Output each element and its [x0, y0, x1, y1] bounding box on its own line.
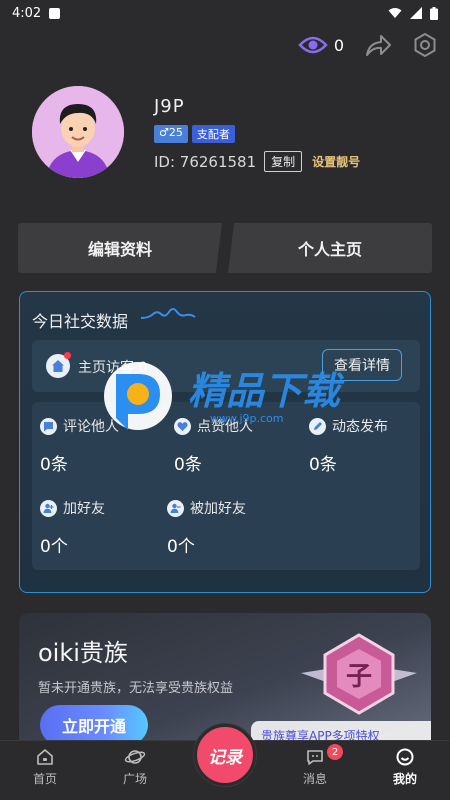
stat-label: 加好友 — [63, 501, 105, 517]
home-visitors-label: 主页访客 0 — [78, 360, 148, 376]
role-badge: 支配者 — [191, 125, 235, 143]
user-id: ID: 76261581 — [154, 152, 257, 171]
stat-value: 0条 — [40, 455, 68, 475]
tab-home[interactable]: 首页 — [15, 747, 75, 787]
stat-label: 被加好友 — [190, 501, 246, 517]
stat-label: 评论他人 — [63, 419, 119, 435]
wave-decoration-icon — [140, 308, 196, 319]
record-button[interactable]: 记录 — [194, 724, 256, 786]
tab-square[interactable]: 广场 — [105, 747, 165, 787]
personal-homepage-button[interactable]: 个人主页 — [228, 223, 432, 273]
username: J9P — [154, 96, 185, 117]
stat-label: 动态发布 — [332, 419, 388, 435]
add-friend-icon — [40, 499, 57, 517]
social-data-title: 今日社交数据 — [32, 312, 129, 331]
profile-actions: 编辑资料 个人主页 — [18, 223, 432, 273]
visitor-view-toggle[interactable]: 0 — [298, 35, 344, 55]
stat-value: 0个 — [40, 537, 68, 557]
stat-label: 点赞他人 — [197, 419, 253, 435]
heart-icon — [174, 417, 191, 435]
profile-badges: ♂25 支配者 — [154, 125, 235, 143]
gender-age-badge: ♂25 — [154, 125, 188, 143]
stat-posts[interactable]: 动态发布 0条 — [309, 416, 388, 475]
stat-value: 0条 — [174, 455, 202, 475]
tab-messages-label: 消息 — [302, 772, 327, 786]
share-icon[interactable] — [364, 33, 392, 57]
view-details-button[interactable]: 查看详情 — [322, 349, 402, 381]
status-bar: 4:02 — [0, 0, 450, 26]
set-pretty-id-link[interactable]: 设置靓号 — [312, 153, 360, 170]
copy-id-button[interactable]: 复制 — [264, 151, 303, 172]
avatar-cartoon-icon — [32, 86, 124, 178]
unread-dot — [64, 352, 71, 359]
avatar[interactable] — [32, 86, 124, 178]
stat-likes[interactable]: 点赞他人 0条 — [174, 416, 253, 475]
battery-icon — [430, 6, 438, 20]
eye-icon — [298, 36, 328, 54]
planet-icon — [124, 750, 146, 764]
mine-icon — [396, 748, 414, 766]
settings-icon[interactable] — [412, 32, 438, 58]
social-stats-panel: 评论他人 0条 点赞他人 0条 动态发布 0条 加好友 0个 被加好友 0个 — [32, 402, 420, 570]
home-tab-icon — [37, 749, 53, 765]
home-visitors-panel[interactable]: 主页访客 0 查看详情 — [32, 340, 420, 392]
edit-icon — [309, 417, 326, 435]
status-time: 4:02 — [12, 5, 42, 21]
noble-title: oiki贵族 — [38, 639, 128, 667]
messages-unread-badge: 2 — [327, 744, 343, 760]
top-actions: 0 — [298, 32, 438, 58]
social-data-card: 今日社交数据 主页访客 0 查看详情 评论他人 0条 点赞他人 0条 动态发布 … — [19, 291, 431, 593]
signal-icon — [410, 7, 422, 19]
stat-comments[interactable]: 评论他人 0条 — [40, 416, 119, 475]
view-count: 0 — [333, 35, 344, 55]
tab-mine[interactable]: 我的 — [375, 747, 435, 787]
edit-profile-button[interactable]: 编辑资料 — [18, 223, 222, 273]
stat-added-by-friends[interactable]: 被加好友 0个 — [167, 498, 246, 557]
notification-icon — [49, 7, 61, 19]
user-id-row: ID: 76261581 复制 设置靓号 — [154, 151, 360, 172]
tab-mine-label: 我的 — [392, 772, 417, 786]
added-friend-icon — [167, 499, 184, 517]
message-icon — [307, 750, 323, 765]
stat-add-friends[interactable]: 加好友 0个 — [40, 498, 105, 557]
noble-emblem-icon: 子 — [301, 633, 417, 715]
comment-icon — [40, 417, 57, 435]
wifi-icon — [388, 8, 402, 18]
stat-value: 0个 — [167, 537, 195, 557]
activate-noble-button[interactable]: 立即开通 — [40, 705, 148, 745]
noble-subtitle: 暂未开通贵族，无法享受贵族权益 — [38, 681, 234, 696]
tab-square-label: 广场 — [122, 772, 147, 786]
svg-text:子: 子 — [346, 662, 372, 692]
stat-value: 0条 — [309, 455, 337, 475]
tab-home-label: 首页 — [32, 772, 57, 786]
